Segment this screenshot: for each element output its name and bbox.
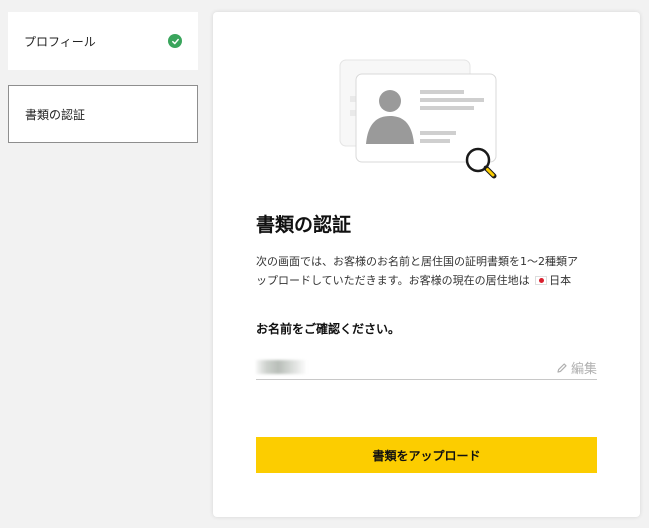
page-title: 書類の認証 [256, 214, 352, 236]
description-text: 次の画面では、お客様のお名前と居住国の証明書類を1～2種類ア ップロードしていた… [256, 252, 601, 290]
document-verification-card: 書類の認証 次の画面では、お客様のお名前と居住国の証明書類を1～2種類ア ップロ… [213, 12, 640, 517]
check-circle-icon [168, 34, 182, 48]
id-card-illustration [339, 59, 497, 179]
name-field: 編集 [256, 354, 597, 380]
country-name: 日本 [549, 274, 572, 287]
description-line: ップロードしていただきます。お客様の現在の居住地は [256, 274, 530, 287]
pencil-icon [557, 362, 567, 373]
sidebar-step-profile[interactable]: プロフィール [8, 12, 198, 70]
japan-flag-icon [535, 276, 548, 285]
upload-documents-button[interactable]: 書類をアップロード [256, 437, 597, 473]
sidebar-step-label: 書類の認証 [25, 107, 86, 122]
edit-label: 編集 [570, 362, 597, 377]
description-line: 次の画面では、お客様のお名前と居住国の証明書類を1～2種類ア [256, 255, 578, 268]
edit-name-button[interactable]: 編集 [556, 358, 597, 377]
sidebar-step-document-verification[interactable]: 書類の認証 [8, 85, 198, 143]
confirm-name-heading: お名前をご確認ください。 [256, 322, 401, 336]
sidebar-step-label: プロフィール [24, 34, 96, 49]
redacted-name [256, 360, 306, 374]
